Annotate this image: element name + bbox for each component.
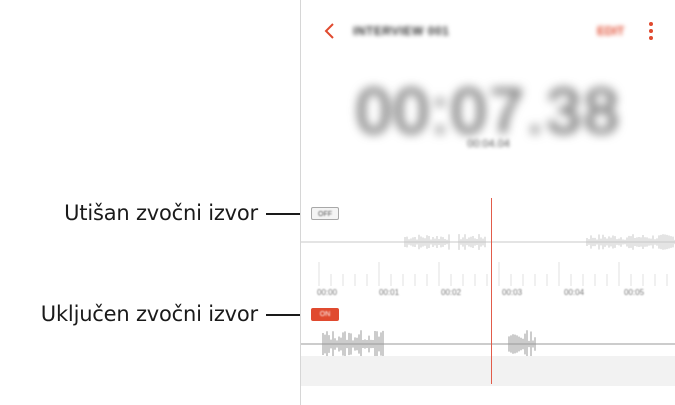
bottom-band: [301, 356, 675, 386]
timeline-label: 00:03: [502, 288, 523, 297]
annotation-active-source: Uključen zvočni izvor: [40, 302, 258, 326]
phone-screen: INTERVIEW 001 EDIT 00:07.38 00:04.04 OFF…: [300, 0, 675, 405]
app-bar: INTERVIEW 001 EDIT: [301, 0, 675, 60]
active-source-toggle-label: ON: [319, 311, 331, 318]
timeline-label: 00:00: [317, 288, 338, 297]
muted-source-waveform: [301, 234, 675, 250]
timeline-label: 00:05: [624, 288, 645, 297]
timeline-label: 00:04: [564, 288, 585, 297]
timeline-ruler: [318, 262, 668, 286]
recording-title: INTERVIEW 001: [353, 24, 450, 38]
playhead-line[interactable]: [491, 198, 492, 384]
timeline-label: 00:02: [441, 288, 462, 297]
elapsed-timer: 00:07.38: [355, 75, 622, 147]
chevron-left-icon[interactable]: [319, 20, 341, 42]
annotation-muted-source: Utišan zvočni izvor: [64, 201, 258, 225]
active-source-toggle[interactable]: ON: [311, 308, 339, 321]
edit-button[interactable]: EDIT: [597, 24, 624, 38]
muted-source-toggle-label: OFF: [318, 211, 332, 218]
timeline-label: 00:01: [379, 288, 400, 297]
total-duration: 00:04.04: [467, 138, 510, 150]
more-vertical-icon[interactable]: [641, 20, 661, 42]
muted-source-toggle[interactable]: OFF: [311, 207, 339, 220]
